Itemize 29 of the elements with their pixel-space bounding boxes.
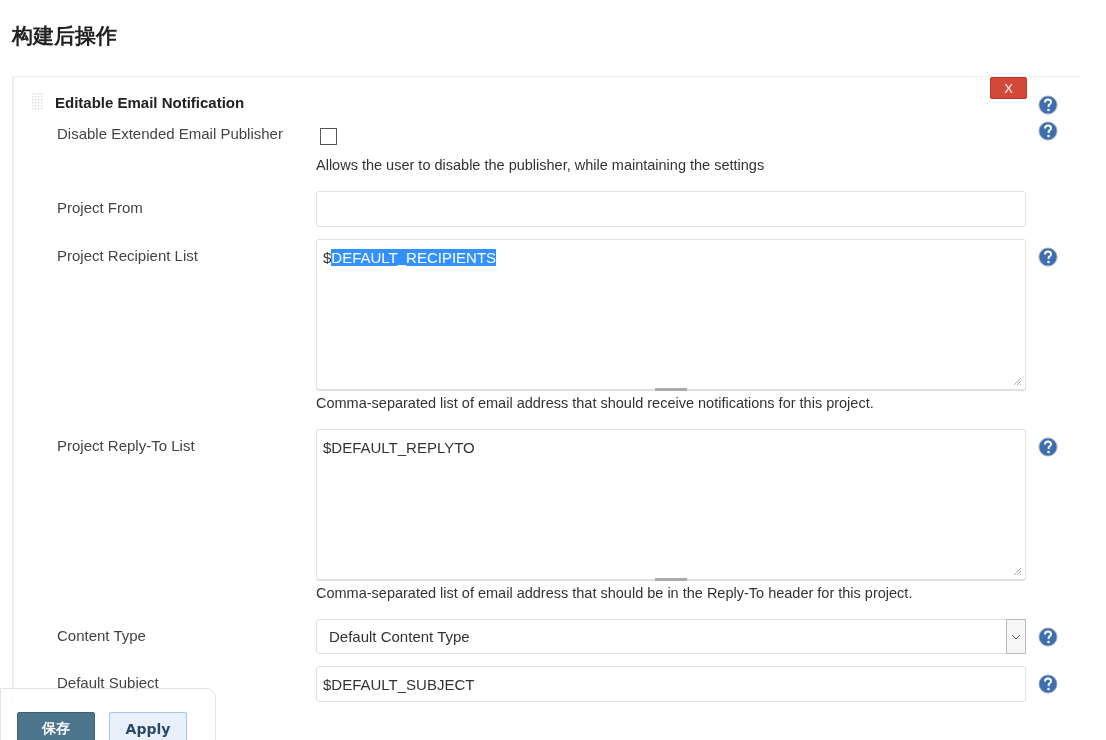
field-label: Project Recipient List [57,246,199,264]
field-description: Allows the user to disable the publisher, while maintaining the settings [315,156,766,175]
close-button[interactable]: X [990,77,1027,99]
checkbox[interactable] [320,128,337,145]
field-label: Default Subject [57,673,160,691]
textarea-field[interactable]: $DEFAULT_RECIPIENTS [316,239,1026,391]
dropdown[interactable]: Default Content Type [316,619,1026,654]
help-icon[interactable] [1038,95,1058,115]
field-label: Project Reply-To List [57,436,196,454]
help-icon[interactable] [1038,674,1058,694]
help-icon[interactable] [1038,121,1058,141]
textarea-field[interactable]: $DEFAULT_REPLYTO [316,429,1026,581]
help-icon[interactable] [1038,627,1058,647]
section-title: 构建后操作 [10,23,118,50]
panel-title: Editable Email Notification [55,93,245,111]
drag-handle-icon[interactable] [32,93,44,111]
resize-grip-icon[interactable] [1013,567,1022,576]
help-icon[interactable] [1038,437,1058,457]
help-icon[interactable] [1038,247,1058,267]
resize-grip-icon[interactable] [1013,377,1022,386]
text-field[interactable] [316,191,1026,227]
field-label: Project From [57,198,144,216]
field-label: Content Type [57,626,147,644]
field-description: Comma-separated list of email address that should receive notifications for this project. [315,394,875,413]
save-button[interactable]: 保存 [17,712,95,740]
field-description: Comma-separated list of email address that should be in the Reply-To header for this project. [315,584,914,603]
field-label: Disable Extended Email Publisher [57,124,284,142]
apply-button[interactable]: Apply [109,712,187,740]
text-field[interactable]: $DEFAULT_SUBJECT [316,666,1026,702]
